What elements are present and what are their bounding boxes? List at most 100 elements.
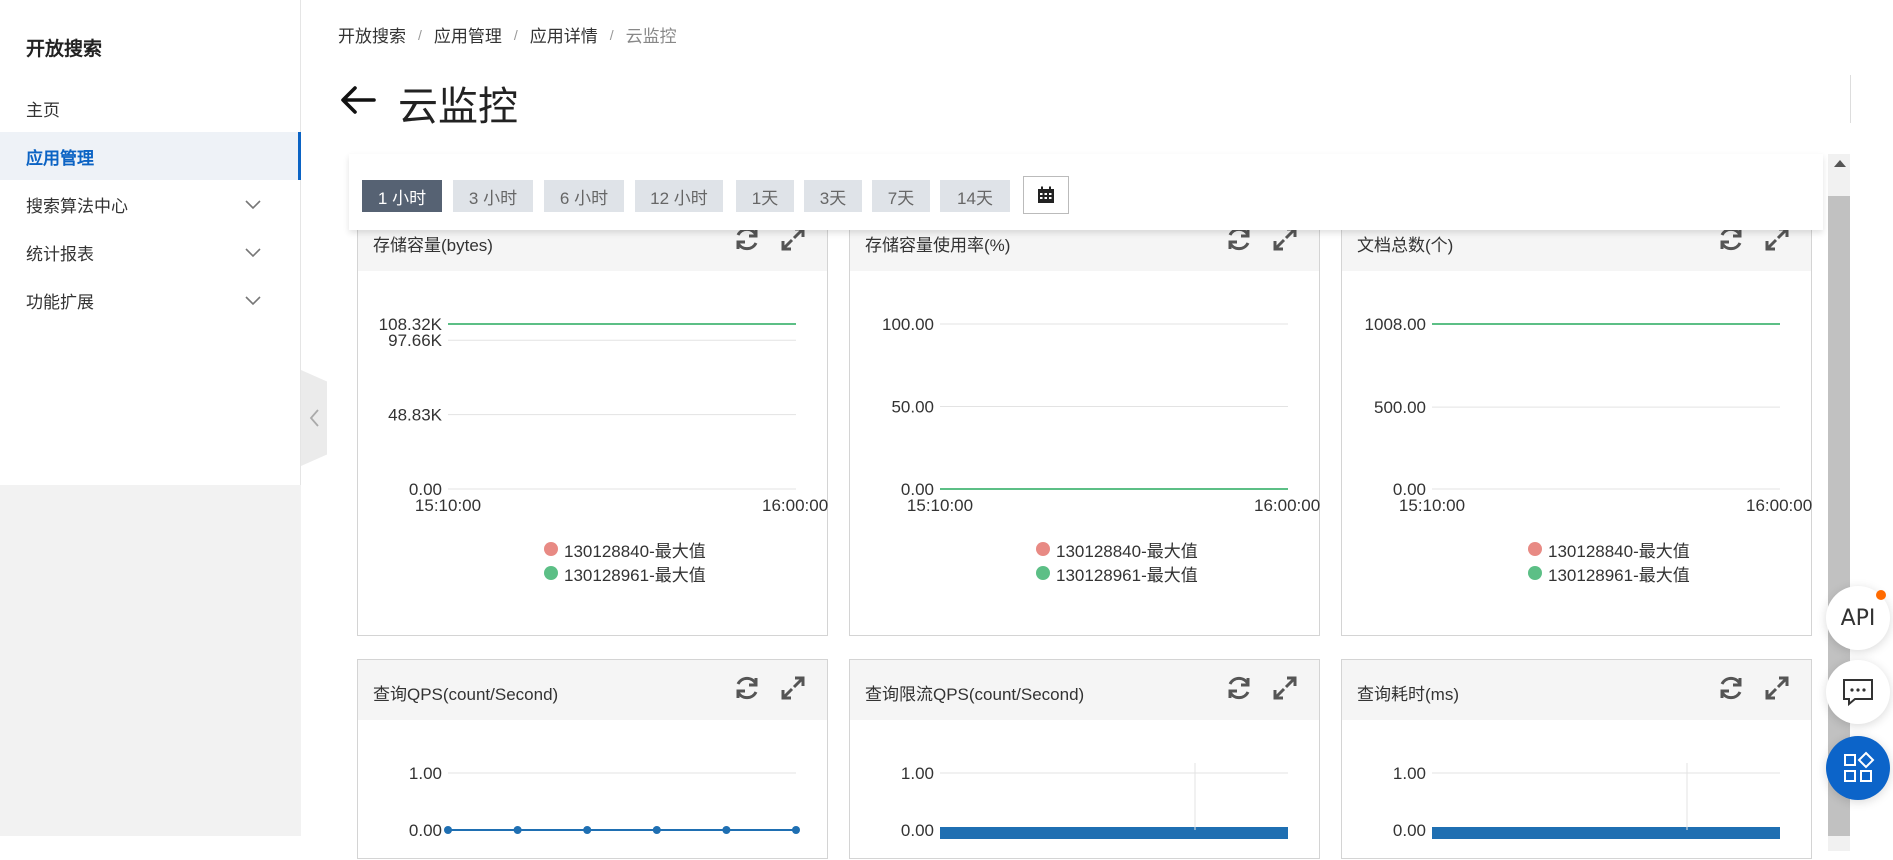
- x-tick-label: 15:10:00: [415, 496, 481, 515]
- x-tick-label: 15:10:00: [907, 496, 973, 515]
- sidebar-item-home[interactable]: 主页: [0, 84, 301, 132]
- sidebar-item-extensions[interactable]: 功能扩展: [0, 276, 301, 324]
- time-range-toolbar: 1 小时 3 小时 6 小时 12 小时 1天 3天 7天 14天: [349, 154, 1823, 230]
- legend-label: 130128961-最大值: [1548, 565, 1690, 585]
- range-button-3h[interactable]: 3 小时: [453, 180, 533, 212]
- legend-dot: [1036, 542, 1050, 556]
- chat-icon: [1843, 679, 1873, 707]
- notification-dot: [1876, 590, 1886, 600]
- sidebar-item-label: 功能扩展: [26, 292, 94, 312]
- chat-float-button[interactable]: [1826, 660, 1890, 724]
- apps-float-button[interactable]: [1826, 736, 1890, 800]
- legend-dot: [1036, 566, 1050, 580]
- y-tick-label: 1.00: [901, 764, 934, 783]
- legend-item[interactable]: 130128840-最大值: [1528, 537, 1690, 561]
- series-point: [722, 826, 731, 834]
- bar-mark: [940, 827, 1288, 839]
- chart-panel: 查询耗时(ms) 0.00 1.00: [1341, 659, 1812, 859]
- sidebar-item-label: 搜索算法中心: [26, 196, 128, 216]
- x-tick-label: 15:10:00: [1399, 496, 1465, 515]
- calendar-button[interactable]: [1023, 176, 1069, 214]
- legend-dot: [544, 566, 558, 580]
- range-button-1h[interactable]: 1 小时: [362, 180, 442, 212]
- series-point: [444, 826, 452, 834]
- sidebar-item-label: 应用管理: [26, 148, 94, 168]
- x-tick-label: 16:00:00: [762, 496, 828, 515]
- api-float-button[interactable]: API: [1826, 586, 1890, 650]
- y-tick-label: 108.32K: [379, 315, 443, 334]
- legend-item[interactable]: 130128840-最大值: [1036, 537, 1198, 561]
- sidebar-item-algorithm-center[interactable]: 搜索算法中心: [0, 180, 301, 228]
- chart-panel: 存储容量使用率(%) 0.00 50.00 100.00 15:10:00 16:00:0…: [849, 190, 1320, 636]
- chart-plot: 0.00 1.00: [901, 763, 1288, 840]
- bar-mark: [1432, 827, 1780, 839]
- series-point: [652, 826, 661, 834]
- breadcrumb-separator: /: [418, 26, 422, 43]
- y-tick-label: 100.00: [882, 315, 934, 334]
- legend-item[interactable]: 130128961-最大值: [1528, 561, 1690, 585]
- chart-panel: 查询QPS(count/Second) 0.00 1.00: [357, 659, 828, 859]
- range-button-14d[interactable]: 14天: [940, 180, 1010, 212]
- scroll-up-arrow-icon[interactable]: [1834, 160, 1846, 167]
- sidebar-item-reports[interactable]: 统计报表: [0, 228, 301, 276]
- chart-legend: 130128840-最大值 130128961-最大值: [1036, 537, 1198, 585]
- y-tick-label: 1.00: [409, 764, 442, 783]
- sidebar-item-app-management[interactable]: 应用管理: [0, 132, 301, 180]
- x-tick-label: 16:00:00: [1746, 496, 1812, 515]
- range-button-1d[interactable]: 1天: [736, 180, 794, 212]
- y-tick-label: 500.00: [1374, 398, 1426, 417]
- y-tick-label: 1008.00: [1365, 315, 1426, 334]
- api-label: API: [1840, 605, 1876, 631]
- chart-panel: 存储容量(bytes) 0.00 48.83K 97.66K 108.32K 15:10:…: [357, 190, 828, 636]
- legend-label: 130128840-最大值: [564, 541, 706, 561]
- calendar-icon: [1038, 186, 1054, 203]
- chevron-down-icon: [245, 200, 261, 210]
- breadcrumb-separator: /: [513, 26, 518, 43]
- range-button-3d[interactable]: 3天: [804, 180, 862, 212]
- y-tick-label: 0.00: [1393, 821, 1426, 840]
- x-tick-label: 16:00:00: [1254, 496, 1320, 515]
- sidebar-filler: [0, 485, 301, 836]
- sidebar-item-label: 主页: [26, 100, 60, 120]
- legend-label: 130128840-最大值: [1548, 541, 1690, 561]
- breadcrumb-link[interactable]: 应用详情: [530, 22, 598, 47]
- chevron-down-icon: [245, 248, 261, 258]
- legend-dot: [1528, 542, 1542, 556]
- chevron-down-icon: [245, 296, 261, 306]
- sidebar-title: 开放搜索: [26, 39, 103, 60]
- series-point: [583, 826, 592, 834]
- breadcrumb: 开放搜索 / 应用管理 / 应用详情 / 云监控: [338, 22, 677, 47]
- legend-item[interactable]: 130128961-最大值: [1036, 561, 1198, 585]
- range-button-12h[interactable]: 12 小时: [635, 180, 723, 212]
- y-tick-label: 48.83K: [388, 406, 443, 425]
- apps-grid-icon: [1844, 751, 1875, 782]
- legend-label: 130128961-最大值: [564, 565, 706, 585]
- legend-dot: [1528, 566, 1542, 580]
- breadcrumb-separator: /: [609, 26, 614, 43]
- range-button-6h[interactable]: 6 小时: [544, 180, 624, 212]
- breadcrumb-link[interactable]: 应用管理: [434, 22, 502, 47]
- y-tick-label: 50.00: [891, 398, 934, 417]
- chart-legend: 130128840-最大值 130128961-最大值: [544, 537, 706, 585]
- breadcrumb-link[interactable]: 开放搜索: [338, 22, 406, 47]
- y-tick-label: 1.00: [1393, 764, 1426, 783]
- chart-plot: 0.00 1.00: [409, 764, 800, 840]
- back-arrow-icon[interactable]: [338, 80, 378, 120]
- legend-item[interactable]: 130128840-最大值: [544, 537, 706, 561]
- chart-panel: 文档总数(个) 0.00 500.00 1008.00 15:10:00 16:00:00…: [1341, 190, 1812, 636]
- divider: [1850, 75, 1851, 123]
- series-point: [792, 826, 800, 834]
- chart-panel: 查询限流QPS(count/Second) 0.00 1.00: [849, 659, 1320, 859]
- y-tick-label: 0.00: [409, 821, 442, 840]
- legend-dot: [544, 542, 558, 556]
- chart-legend: 130128840-最大值 130128961-最大值: [1528, 537, 1690, 585]
- chevron-left-icon: [309, 409, 319, 427]
- legend-label: 130128840-最大值: [1056, 541, 1198, 561]
- chart-plot: 0.00 1.00: [1393, 763, 1780, 840]
- range-button-7d[interactable]: 7天: [872, 180, 930, 212]
- page-title: 云监控: [398, 85, 518, 129]
- y-tick-label: 97.66K: [388, 331, 443, 350]
- legend-item[interactable]: 130128961-最大值: [544, 561, 706, 585]
- breadcrumb-current: 云监控: [625, 27, 677, 46]
- sidebar-collapse-toggle[interactable]: [301, 370, 327, 466]
